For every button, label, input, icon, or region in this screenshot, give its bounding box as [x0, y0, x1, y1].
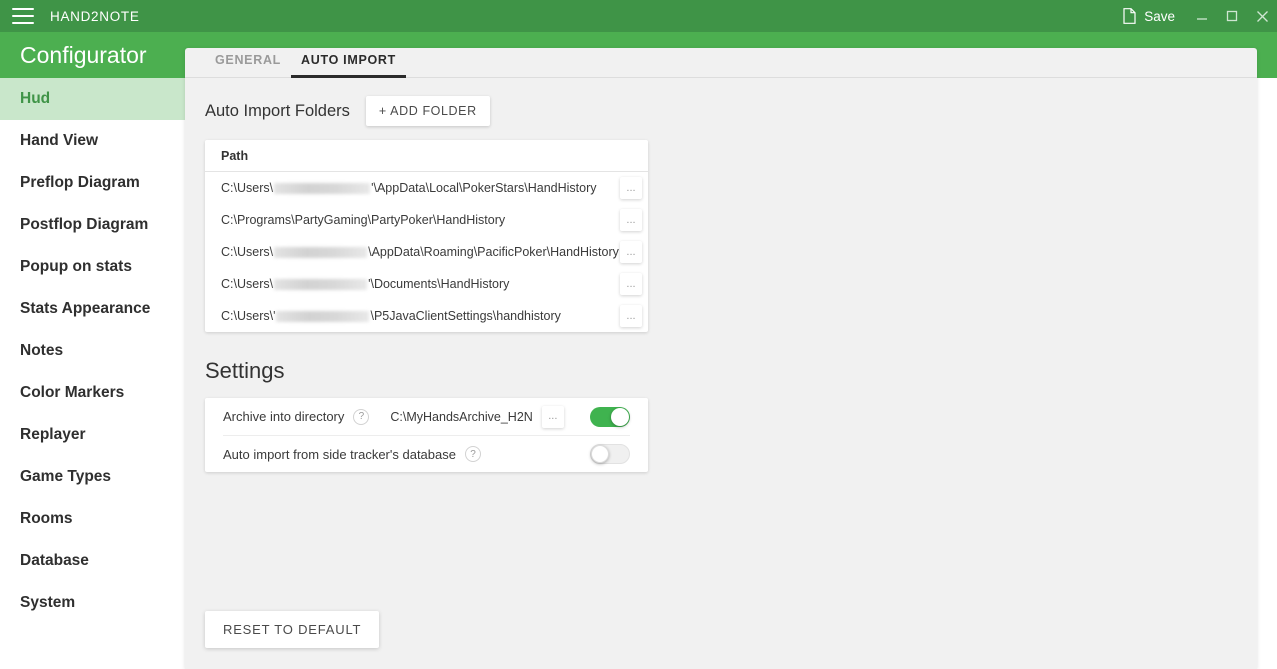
folder-path-prefix: C:\Users\ — [221, 277, 274, 291]
folder-path-prefix: C:\Users\ — [221, 245, 274, 259]
maximize-button[interactable] — [1217, 0, 1247, 32]
redacted-username — [274, 278, 368, 290]
sidebar-item-stats-appearance[interactable]: Stats Appearance — [0, 288, 185, 330]
table-row[interactable]: C:\Users\ '\AppData\Local\PokerStars\Hand… — [205, 172, 648, 204]
section-title-folders: Auto Import Folders — [205, 101, 350, 120]
sidebar-item-postflop-diagram[interactable]: Postflop Diagram — [0, 204, 185, 246]
footer-actions: RESET TO DEFAULT — [205, 611, 380, 648]
toggle-switch[interactable] — [590, 444, 630, 464]
panel-body: Auto Import Folders + ADD FOLDER Path C:… — [185, 78, 1257, 472]
title-bar-controls: Save — [1111, 0, 1277, 32]
title-bar: HAND2NOTE Save — [0, 0, 1277, 32]
sidebar-item-label: Replayer — [20, 426, 86, 443]
table-row[interactable]: C:\Programs\PartyGaming\PartyPoker\HandH… — [205, 204, 648, 236]
sidebar-item-system[interactable]: System — [0, 582, 185, 624]
folder-path-cell: C:\Programs\PartyGaming\PartyPoker\HandH… — [221, 213, 620, 227]
folder-path-suffix: \P5JavaClientSettings\handhistory — [370, 309, 561, 323]
redacted-username — [274, 246, 368, 258]
save-label: Save — [1144, 8, 1175, 24]
folder-path-prefix: C:\Users\ — [221, 181, 274, 195]
folder-path-suffix: '\AppData\Local\PokerStars\HandHistory — [371, 181, 597, 195]
toggle-knob — [591, 445, 609, 463]
sidebar-item-hud[interactable]: Hud — [0, 78, 185, 120]
sidebar-item-label: Hud — [20, 90, 51, 107]
archive-directory-value: C:\MyHandsArchive_H2N — [390, 409, 533, 424]
browse-folder-button[interactable]: ... — [620, 273, 642, 295]
sidebar-item-label: Postflop Diagram — [20, 216, 149, 233]
sidebar-item-color-markers[interactable]: Color Markers — [0, 372, 185, 414]
browse-folder-button[interactable]: ... — [620, 241, 642, 263]
setting-row: Auto import from side tracker's database… — [223, 435, 630, 472]
redacted-username — [276, 310, 370, 322]
folder-path-cell: C:\Users\ \AppData\Roaming\PacificPoker\H… — [221, 245, 620, 259]
toggle-knob — [611, 407, 629, 426]
sidebar-item-label: Hand View — [20, 132, 99, 149]
sidebar-item-label: System — [20, 594, 76, 611]
help-icon[interactable]: ? — [353, 408, 370, 425]
application-window: HAND2NOTE Save Configurator Hud Hand Vie… — [0, 0, 1277, 669]
close-icon — [1256, 10, 1268, 22]
app-title: HAND2NOTE — [50, 8, 140, 24]
tab-auto-import[interactable]: AUTO IMPORT — [291, 53, 406, 78]
sidebar-item-label: Database — [20, 552, 89, 569]
table-row[interactable]: C:\Users\ '\Documents\HandHistory... — [205, 268, 648, 300]
setting-label: Auto import from side tracker's database — [223, 446, 456, 462]
sidebar-item-preflop-diagram[interactable]: Preflop Diagram — [0, 162, 185, 204]
sidebar-item-rooms[interactable]: Rooms — [0, 498, 185, 540]
folders-table-body: C:\Users\ '\AppData\Local\PokerStars\Hand… — [205, 172, 648, 332]
table-row[interactable]: C:\Users\' \P5JavaClientSettings\handhist… — [205, 300, 648, 332]
folder-path-cell: C:\Users\ '\Documents\HandHistory — [221, 277, 620, 291]
setting-row: Archive into directory? C:\MyHandsArchive… — [223, 398, 630, 435]
maximize-icon — [1226, 10, 1238, 22]
save-button[interactable]: Save — [1111, 0, 1187, 32]
tab-general[interactable]: GENERAL — [205, 53, 291, 78]
sidebar-item-label: Game Types — [20, 468, 112, 485]
section-title-settings: Settings — [205, 358, 285, 383]
redacted-username — [274, 182, 371, 194]
folders-table: Path C:\Users\ '\AppData\Local\PokerStars… — [205, 140, 648, 332]
toggle-switch[interactable] — [590, 406, 630, 427]
sidebar-item-label: Rooms — [20, 510, 73, 527]
auto-import-folders-header: Auto Import Folders + ADD FOLDER — [205, 96, 1237, 126]
browse-folder-button[interactable]: ... — [620, 209, 642, 231]
folder-path-suffix: '\Documents\HandHistory — [368, 277, 510, 291]
browse-folder-button[interactable]: ... — [620, 305, 642, 327]
document-icon — [1123, 8, 1136, 24]
help-icon[interactable]: ? — [464, 446, 481, 462]
settings-card: Archive into directory? C:\MyHandsArchive… — [205, 398, 648, 472]
sidebar-item-game-types[interactable]: Game Types — [0, 456, 185, 498]
folder-path-cell: C:\Users\' \P5JavaClientSettings\handhist… — [221, 309, 620, 323]
browse-archive-directory-button[interactable]: ... — [541, 405, 564, 428]
sidebar-item-label: Preflop Diagram — [20, 174, 140, 191]
hamburger-icon[interactable] — [12, 8, 34, 24]
add-folder-button[interactable]: + ADD FOLDER — [365, 96, 490, 126]
minimize-button[interactable] — [1187, 0, 1217, 32]
sidebar-title: Configurator — [20, 41, 147, 68]
minimize-icon — [1197, 18, 1207, 20]
content-panel: GENERAL AUTO IMPORT Auto Import Folders +… — [185, 48, 1257, 669]
sidebar-item-database[interactable]: Database — [0, 540, 185, 582]
sidebar-item-popup-on-stats[interactable]: Popup on stats — [0, 246, 185, 288]
setting-label: Archive into directory — [223, 409, 345, 424]
table-header-path: Path — [205, 140, 648, 172]
folder-path-prefix: C:\Programs\PartyGaming\PartyPoker\HandH… — [221, 213, 506, 227]
sidebar-nav: Hud Hand View Preflop Diagram Postflop Diag… — [0, 78, 185, 624]
folder-path-cell: C:\Users\ '\AppData\Local\PokerStars\Hand… — [221, 181, 620, 195]
sidebar-item-label: Stats Appearance — [20, 300, 151, 317]
folder-path-prefix: C:\Users\' — [221, 309, 276, 323]
sidebar-item-label: Color Markers — [20, 384, 125, 401]
folder-path-suffix: \AppData\Roaming\PacificPoker\HandHistor… — [368, 245, 619, 259]
sidebar-item-hand-view[interactable]: Hand View — [0, 120, 185, 162]
sidebar-item-label: Notes — [20, 342, 64, 359]
sidebar-item-replayer[interactable]: Replayer — [0, 414, 185, 456]
close-button[interactable] — [1247, 0, 1277, 32]
sidebar: Configurator Hud Hand View Preflop Diagram… — [0, 32, 185, 669]
sidebar-item-label: Popup on stats — [20, 258, 132, 275]
reset-to-default-button[interactable]: RESET TO DEFAULT — [205, 611, 380, 648]
sidebar-header: Configurator — [0, 32, 185, 78]
browse-folder-button[interactable]: ... — [620, 177, 642, 199]
sidebar-item-notes[interactable]: Notes — [0, 330, 185, 372]
tab-bar: GENERAL AUTO IMPORT — [185, 48, 1257, 78]
table-row[interactable]: C:\Users\ \AppData\Roaming\PacificPoker\H… — [205, 236, 648, 268]
